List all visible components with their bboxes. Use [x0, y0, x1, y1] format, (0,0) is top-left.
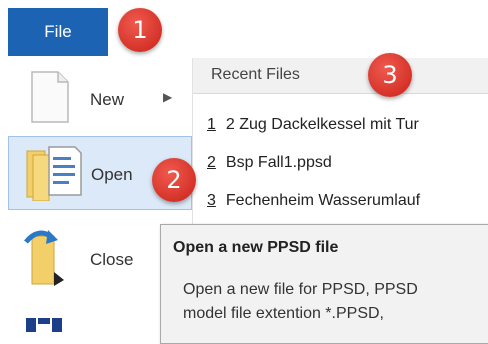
recent-file-number: 2 [207, 154, 216, 171]
save-icon [26, 318, 62, 332]
menu-item-open-label: Open [91, 165, 133, 184]
callout-badge-1: 1 [118, 8, 162, 52]
recent-file-number: 3 [207, 192, 216, 209]
close-document-icon [24, 230, 64, 286]
file-tab[interactable]: File [8, 8, 108, 56]
recent-file-name: Fechenheim Wasserumlauf [225, 192, 421, 209]
recent-file-item[interactable]: 3 Fechenheim Wasserumlauf [207, 192, 420, 210]
callout-badge-2: 2 [152, 158, 196, 202]
recent-file-item[interactable]: 1 2 Zug Dackelkessel mit Tur [207, 116, 419, 134]
menu-item-new[interactable]: New ▶ [8, 62, 192, 136]
recent-file-number: 1 [207, 116, 216, 133]
open-document-icon [26, 146, 82, 201]
tooltip-title: Open a new PPSD file [173, 239, 339, 256]
recent-file-item[interactable]: 2 Bsp Fall1.ppsd [207, 154, 332, 172]
ribbon-bar: File [0, 0, 488, 58]
submenu-arrow-icon: ▶ [163, 90, 173, 104]
tooltip-description-line: Open a new file for PPSD, PPSD [183, 281, 418, 298]
tooltip-description-line: model file extention *.PPSD, [183, 305, 384, 322]
callout-badge-3: 3 [368, 53, 412, 97]
recent-files-header: Recent Files [193, 58, 488, 94]
recent-files-title: Recent Files [211, 66, 300, 83]
file-tab-label: File [44, 22, 72, 41]
open-tooltip: Open a new PPSD file Open a new file for… [160, 224, 488, 344]
recent-file-name: 2 Zug Dackelkessel mit Tur [225, 116, 419, 133]
menu-item-close-label: Close [90, 250, 134, 269]
menu-item-new-label: New [90, 90, 125, 109]
blank-document-icon [31, 71, 69, 123]
recent-file-name: Bsp Fall1.ppsd [225, 154, 332, 171]
